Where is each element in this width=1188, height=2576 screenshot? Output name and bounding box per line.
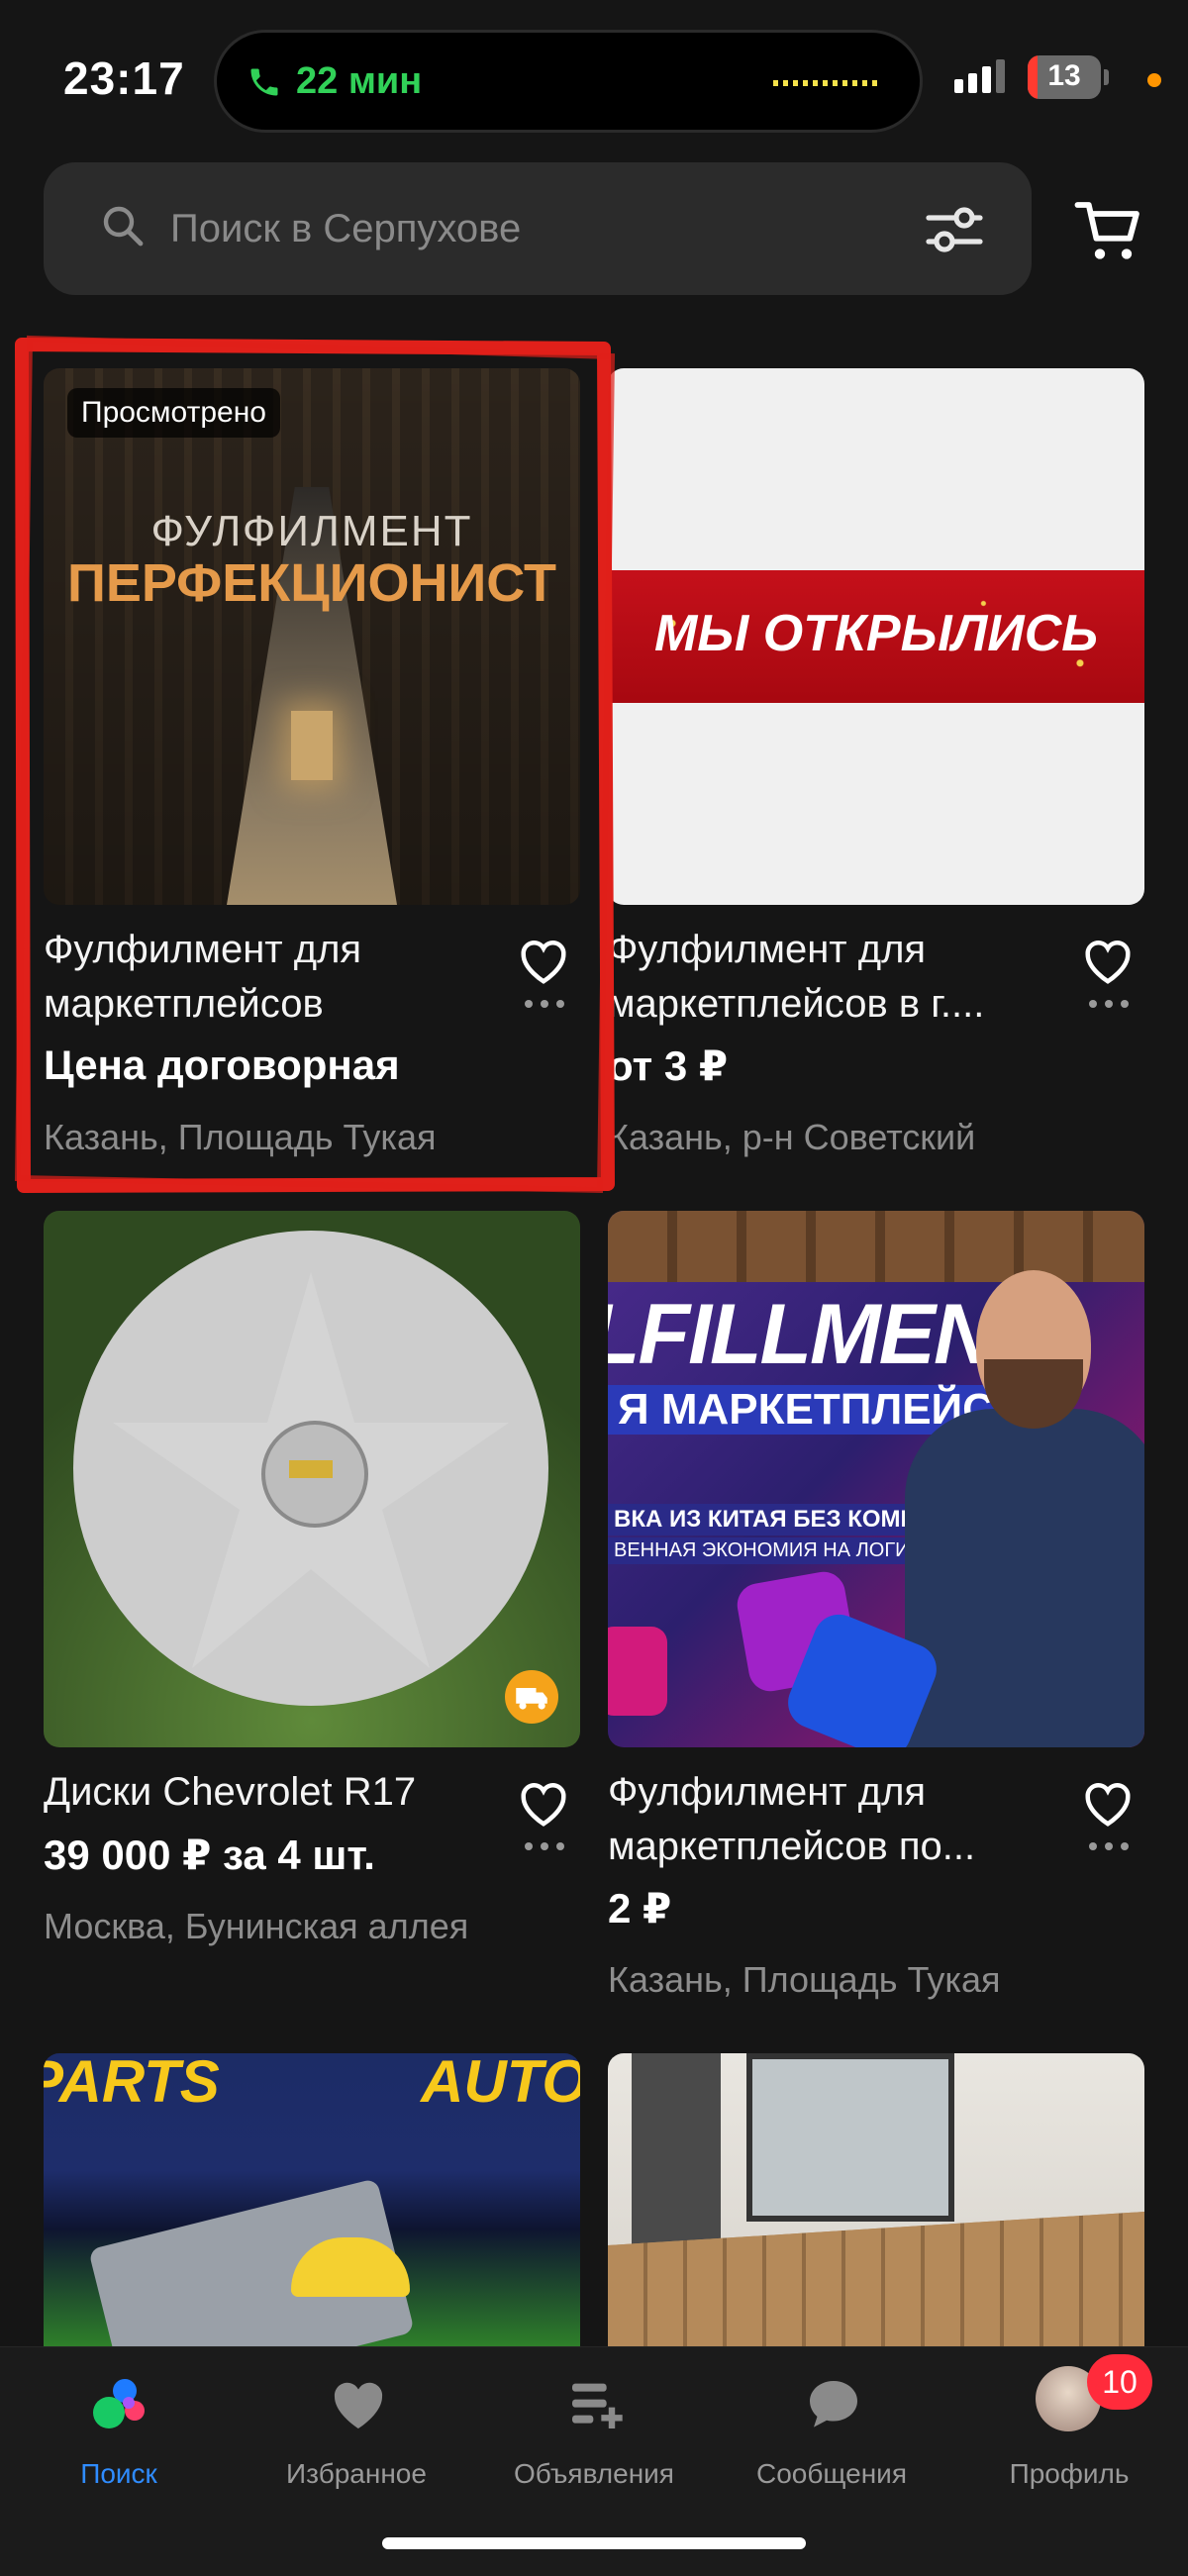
listing-price: Цена договорная (44, 1041, 400, 1088)
listing-price: от 3 ₽ (608, 1042, 729, 1089)
tab-label: Сообщения (756, 2458, 907, 2489)
listing-title[interactable]: Фулфилмент для маркетплейсов (44, 923, 509, 1032)
search-dots-icon (93, 2379, 145, 2428)
more-options-icon[interactable] (525, 1000, 564, 1008)
listing-card[interactable]: LFILLMENT Я МАРКЕТПЛЕЙСОВ ВКА ИЗ КИТАЯ Б… (608, 1211, 1144, 2000)
tab-favorites[interactable]: Избранное (238, 2347, 475, 2506)
more-options-icon[interactable] (525, 1842, 564, 1850)
listing-location: Казань, р-н Советский (608, 1117, 976, 1157)
listing-card[interactable]: ФУЛФИЛМЕНТ ПЕРФЕКЦИОНИСТ Просмотрено Фул… (44, 368, 580, 1157)
listing-price: 2 ₽ (608, 1885, 672, 1932)
listing-card[interactable]: МЫ ОТКРЫЛИСЬ Фулфилмент для маркетплейсо… (608, 368, 1144, 1157)
listing-location: Москва, Бунинская аллея (44, 1906, 469, 1946)
wildberries-logo (608, 1627, 667, 1716)
tab-label: Объявления (514, 2458, 674, 2489)
chevrolet-logo (289, 1460, 333, 1478)
profile-notification-badge: 10 (1087, 2354, 1152, 2410)
tab-label: Избранное (286, 2458, 427, 2489)
listings-grid: ФУЛФИЛМЕНТ ПЕРФЕКЦИОНИСТ Просмотрено Фул… (0, 0, 1188, 2575)
listing-card[interactable] (608, 2053, 1144, 2346)
listing-image[interactable]: LFILLMENT Я МАРКЕТПЛЕЙСОВ ВКА ИЗ КИТАЯ Б… (608, 1211, 1144, 1747)
tab-label: Профиль (1009, 2458, 1130, 2489)
window (746, 2053, 954, 2222)
favorite-heart-icon[interactable] (1081, 1779, 1135, 1829)
tab-listings[interactable]: Объявления (475, 2347, 713, 2506)
listing-price: 39 000 ₽ за 4 шт. (44, 1832, 375, 1878)
more-options-icon[interactable] (1089, 1000, 1129, 1008)
listing-location: Казань, Площадь Тукая (44, 1117, 437, 1157)
home-indicator[interactable] (382, 2537, 806, 2549)
favorite-heart-icon[interactable] (517, 1779, 570, 1829)
warehouse-door (291, 711, 333, 780)
listing-title[interactable]: Фулфилмент для маркетплейсов в г.... (608, 923, 1043, 1032)
image-caption: ПЕРФЕКЦИОНИСТ (67, 553, 556, 613)
image-caption: ФУЛФИЛМЕНТ (150, 507, 473, 555)
listing-location: Казань, Площадь Тукая (608, 1959, 1001, 2000)
presenter-photo (905, 1240, 1144, 1747)
tab-messages[interactable]: Сообщения (713, 2347, 950, 2506)
image-caption: AUTO (421, 2053, 580, 2115)
delivery-truck-icon (505, 1670, 558, 1724)
favorite-heart-icon[interactable] (517, 937, 570, 986)
listing-card[interactable]: Диски Chevrolet R17 39 000 ₽ за 4 шт. Мо… (44, 1211, 580, 1946)
listing-image[interactable]: МЫ ОТКРЫЛИСЬ (608, 368, 1144, 905)
heart-icon (334, 2382, 383, 2428)
listing-card[interactable]: PARTS AUTO (44, 2053, 580, 2346)
add-listing-icon (572, 2383, 623, 2428)
listing-title[interactable]: Диски Chevrolet R17 (44, 1765, 509, 1820)
listing-title[interactable]: Фулфилмент для маркетплейсов по... (608, 1765, 1043, 1874)
doorway (632, 2053, 721, 2271)
listing-image[interactable] (608, 2053, 1144, 2346)
listing-image[interactable]: PARTS AUTO (44, 2053, 580, 2346)
tab-label: Поиск (80, 2458, 157, 2489)
chat-bubble-icon (810, 2381, 857, 2427)
more-options-icon[interactable] (1089, 1842, 1129, 1850)
listing-image[interactable] (44, 1211, 580, 1747)
tab-search[interactable]: Поиск (0, 2347, 238, 2506)
listing-image[interactable]: ФУЛФИЛМЕНТ ПЕРФЕКЦИОНИСТ Просмотрено (44, 368, 580, 905)
promo-banner: МЫ ОТКРЫЛИСЬ (608, 570, 1144, 703)
image-caption: PARTS (44, 2053, 220, 2115)
viewed-badge: Просмотрено (67, 388, 280, 438)
image-caption: МЫ ОТКРЫЛИСЬ (653, 605, 1099, 662)
favorite-heart-icon[interactable] (1081, 937, 1135, 986)
